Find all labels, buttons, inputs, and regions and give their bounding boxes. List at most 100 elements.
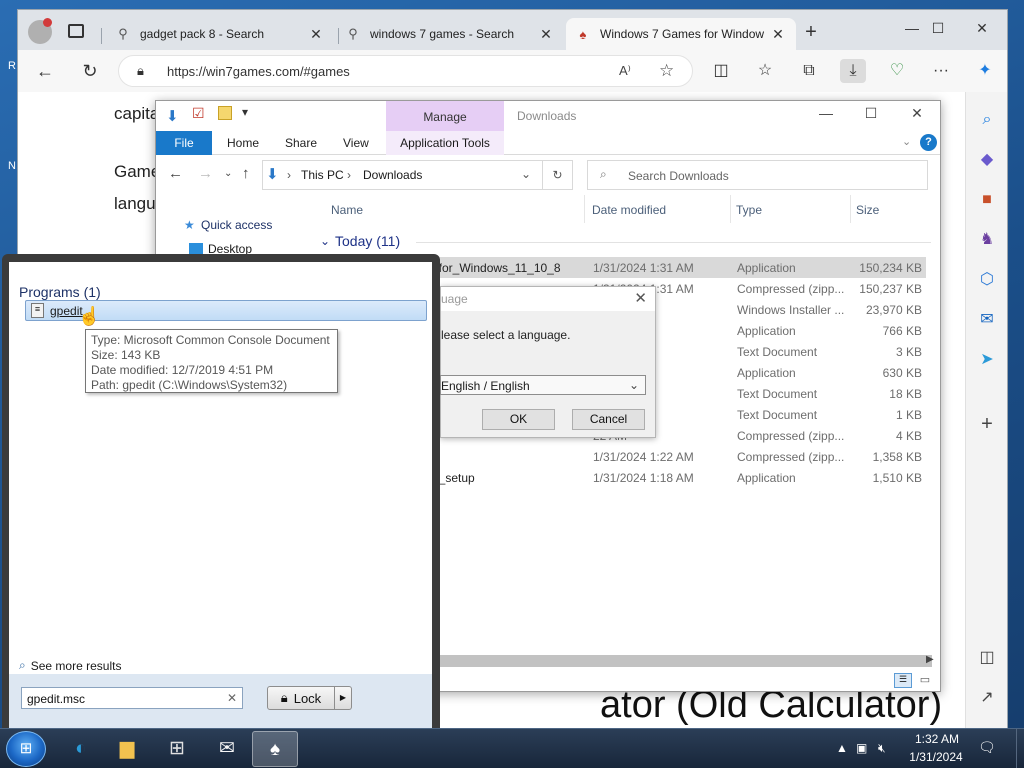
horizontal-scrollbar[interactable] xyxy=(426,655,932,667)
network-icon[interactable]: ▣ xyxy=(856,741,867,755)
volume-muted-icon[interactable]: 🔇︎ xyxy=(878,741,886,756)
start-search-input[interactable]: gpedit.msc ✕ xyxy=(21,687,243,709)
tab-gadget-pack[interactable]: ⚲ gadget pack 8 - Search ✕ xyxy=(106,18,334,50)
home-tab[interactable]: Home xyxy=(227,131,259,155)
games-icon[interactable]: ♞ xyxy=(975,228,999,252)
favorite-star-icon[interactable]: ☆ xyxy=(659,61,674,81)
forward-icon[interactable]: → xyxy=(198,165,213,182)
breadcrumb-this-pc[interactable]: This PC xyxy=(301,168,344,182)
tab-actions-icon[interactable] xyxy=(68,24,84,38)
hide-sidebar-icon[interactable]: ◫ xyxy=(975,646,999,670)
see-more-results-link[interactable]: ⌕ See more results xyxy=(19,658,121,673)
close-icon[interactable]: ✕ xyxy=(770,26,786,43)
notifications-icon[interactable]: 🗨︎ xyxy=(978,739,996,756)
microsoft365-icon[interactable]: ⬡ xyxy=(975,268,999,292)
split-screen-icon[interactable]: ◫ xyxy=(708,59,734,83)
language-select[interactable]: English / English ⌄ xyxy=(440,375,646,395)
cancel-button[interactable]: Cancel xyxy=(572,409,645,430)
column-date-modified[interactable]: Date modified xyxy=(592,203,666,217)
downloads-icon[interactable]: ⤓ xyxy=(840,59,866,83)
store-taskbar-icon[interactable]: ⊞ xyxy=(154,731,200,767)
clock-date[interactable]: 1/31/2024 xyxy=(903,750,969,764)
nav-quick-access[interactable]: Quick access xyxy=(201,218,272,232)
lock-button[interactable]: 🔒︎ Lock xyxy=(267,686,335,710)
back-icon[interactable]: ← xyxy=(30,58,60,84)
download-arrow-icon[interactable]: ⬇ xyxy=(166,107,179,125)
tab-windows7-games-search[interactable]: ⚲ windows 7 games - Search ✕ xyxy=(336,18,564,50)
refresh-icon[interactable]: ↻ xyxy=(75,58,105,84)
details-view-icon[interactable]: ☰ xyxy=(894,673,912,688)
external-link-icon[interactable]: ↗ xyxy=(975,686,999,710)
tools-icon[interactable]: ■ xyxy=(975,188,999,212)
drop-icon[interactable]: ➤ xyxy=(975,348,999,372)
favorites-icon[interactable]: ☆ xyxy=(752,59,778,83)
add-icon[interactable]: + xyxy=(975,412,999,436)
show-hidden-icons-icon[interactable]: ▲ xyxy=(836,741,848,755)
address-bar[interactable]: 🔒︎ https://win7games.com/#games A⁾ ☆ xyxy=(118,55,693,87)
mail-taskbar-icon[interactable]: ✉ xyxy=(204,731,250,767)
maximize-icon[interactable]: ☐ xyxy=(918,16,958,40)
file-date: 1/31/2024 1:22 AM xyxy=(593,450,694,464)
manage-tab[interactable]: Manage xyxy=(386,101,504,131)
breadcrumb-downloads[interactable]: Downloads xyxy=(363,168,422,182)
read-aloud-icon[interactable]: A⁾ xyxy=(619,63,631,79)
close-icon[interactable]: ✕ xyxy=(634,289,647,307)
file-tab[interactable]: File xyxy=(156,131,212,155)
table-row[interactable]: us_setup 1/31/2024 1:18 AM Application 1,51… xyxy=(426,467,926,488)
url-text[interactable]: https://win7games.com/#games xyxy=(167,64,350,79)
view-tab[interactable]: View xyxy=(343,131,369,155)
close-window-icon[interactable]: ✕ xyxy=(894,105,940,122)
properties-icon[interactable]: ☑ xyxy=(192,105,205,122)
clear-search-icon[interactable]: ✕ xyxy=(227,691,237,705)
group-header[interactable]: Today (11) xyxy=(335,233,400,249)
table-row[interactable]: s_for_Windows_11_10_8 1/31/2024 1:31 AM Ap… xyxy=(426,257,926,278)
copilot-icon[interactable]: ✦ xyxy=(972,59,998,83)
maximize-icon[interactable]: ☐ xyxy=(848,105,894,122)
table-row[interactable]: 1/31/2024 1:22 AM Compressed (zipp... 1,35… xyxy=(426,446,926,467)
file-size: 1,358 KB xyxy=(872,450,922,464)
edge-taskbar-icon[interactable]: ◐ xyxy=(58,731,104,767)
browser-essentials-icon[interactable]: ♡ xyxy=(884,59,910,83)
close-icon[interactable]: ✕ xyxy=(538,26,554,43)
explorer-taskbar-icon[interactable]: ▆ xyxy=(104,731,150,767)
recent-locations-icon[interactable]: ⌄ xyxy=(224,168,232,179)
breadcrumb[interactable]: ⬇ › This PC › Downloads ⌄ xyxy=(262,160,543,190)
folder-icon[interactable] xyxy=(218,106,232,120)
up-icon[interactable]: ↑ xyxy=(242,165,250,182)
show-desktop-button[interactable] xyxy=(1016,729,1024,768)
clock-time[interactable]: 1:32 AM xyxy=(909,732,965,746)
refresh-icon[interactable]: ↻ xyxy=(543,160,573,190)
minimize-icon[interactable]: — xyxy=(803,105,849,121)
expand-ribbon-icon[interactable]: ⌄ xyxy=(902,135,911,148)
search-icon[interactable]: ⌕ xyxy=(975,108,999,132)
collections-icon[interactable]: ⧉ xyxy=(796,59,822,83)
shopping-icon[interactable]: ◆ xyxy=(975,148,999,172)
chevron-down-icon[interactable]: ⌄ xyxy=(521,167,531,181)
lock-icon[interactable]: 🔒︎ xyxy=(137,63,144,79)
column-size[interactable]: Size xyxy=(856,203,879,217)
quick-access-dropdown-icon[interactable]: ▾ xyxy=(242,105,248,119)
column-type[interactable]: Type xyxy=(736,203,762,217)
tab-win7games-site[interactable]: ♠ Windows 7 Games for Window ✕ xyxy=(566,18,796,50)
search-input[interactable]: ⌕ Search Downloads xyxy=(587,160,928,190)
solitaire-taskbar-icon[interactable]: ♠ xyxy=(252,731,298,767)
more-menu-icon[interactable]: ··· xyxy=(928,59,954,83)
close-window-icon[interactable]: ✕ xyxy=(962,16,1002,40)
share-tab[interactable]: Share xyxy=(285,131,317,155)
large-icons-view-icon[interactable]: ▭ xyxy=(916,673,934,688)
file-name: s_for_Windows_11_10_8 xyxy=(426,261,561,275)
file-size: 150,237 KB xyxy=(859,282,922,296)
scroll-right-icon[interactable]: ▶ xyxy=(926,654,934,665)
column-name[interactable]: Name xyxy=(331,203,363,217)
group-collapse-icon[interactable]: ⌄ xyxy=(320,234,330,248)
ok-button[interactable]: OK xyxy=(482,409,555,430)
new-tab-button[interactable]: + xyxy=(801,22,821,42)
start-button[interactable]: ⊞ xyxy=(6,731,46,767)
back-icon[interactable]: ← xyxy=(168,165,183,182)
outlook-icon[interactable]: ✉ xyxy=(975,308,999,332)
power-options-arrow[interactable]: ▶ xyxy=(335,686,352,710)
close-icon[interactable]: ✕ xyxy=(308,26,324,43)
application-tools-tab[interactable]: Application Tools xyxy=(386,131,504,155)
help-icon[interactable]: ? xyxy=(920,134,937,151)
profile-avatar[interactable] xyxy=(28,18,52,44)
